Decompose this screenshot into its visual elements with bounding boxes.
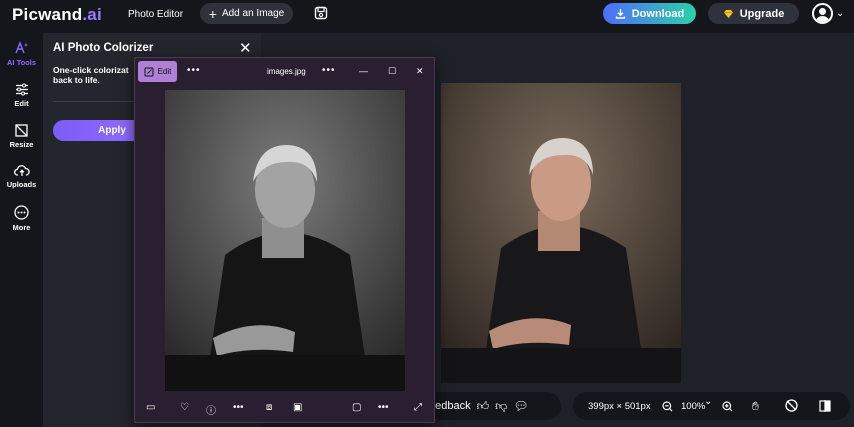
minimize-icon[interactable]: —	[359, 66, 368, 76]
colorized-photo	[441, 83, 681, 383]
plus-icon: +	[208, 5, 217, 22]
viewer-edit-button[interactable]: Edit	[138, 61, 177, 82]
resize-icon	[15, 124, 28, 137]
info-icon[interactable]: ⓘ	[206, 402, 216, 417]
apply-button[interactable]: Apply	[53, 120, 137, 141]
thumbs-down-icon[interactable]: 👎︎	[495, 399, 507, 414]
image-dimensions: 399px × 501px	[588, 400, 651, 412]
filmstrip-icon[interactable]: ▭	[146, 402, 155, 413]
chevron-down-icon[interactable]: ⌄	[836, 8, 844, 19]
top-bar: Picwand.ai Photo Editor + Add an Image D…	[0, 0, 854, 33]
more-options-icon[interactable]: •••	[187, 65, 201, 76]
maximize-icon[interactable]: ☐	[388, 66, 396, 77]
save-image-icon[interactable]	[314, 6, 328, 20]
diamond-icon	[723, 9, 733, 18]
download-icon	[615, 9, 625, 19]
compare-icon[interactable]	[785, 399, 798, 412]
feedback-label[interactable]: eedback	[429, 400, 471, 412]
zoom-out-icon[interactable]	[662, 401, 673, 412]
divider	[53, 101, 143, 102]
zoom-bar: 399px × 501px 100% ⌄ ✋︎	[573, 392, 850, 420]
panel-title: AI Photo Colorizer	[53, 42, 154, 54]
sidebar-item-uploads[interactable]: Uploads	[0, 164, 43, 189]
split-view-icon[interactable]	[819, 400, 831, 412]
viewer-more-icon[interactable]: •••	[378, 402, 389, 413]
edit-pencil-icon	[144, 67, 154, 76]
crop-icon[interactable]: ⧈	[266, 402, 272, 413]
add-image-button[interactable]: + Add an Image	[200, 3, 293, 24]
feedback-bar: eedback 👍︎ 👎︎ 💬︎	[425, 392, 561, 420]
thumbs-up-icon[interactable]: 👍︎	[477, 399, 490, 414]
fit-screen-icon[interactable]: ▢	[352, 402, 361, 413]
sidebar-item-more[interactable]: More	[0, 205, 43, 232]
cloud-upload-icon	[13, 165, 30, 176]
hand-pan-icon[interactable]: ✋︎	[752, 399, 759, 414]
favorite-heart-icon[interactable]: ♡	[180, 402, 189, 413]
sliders-icon	[15, 83, 28, 96]
more-circle-icon	[14, 205, 29, 220]
sidebar-item-edit[interactable]: Edit	[0, 83, 43, 108]
user-avatar[interactable]	[812, 3, 833, 24]
sidebar-item-resize[interactable]: Resize	[0, 124, 43, 149]
sidebar-item-ai-tools[interactable]: AI Tools	[0, 41, 43, 67]
grayscale-photo	[165, 90, 405, 391]
viewer-filename: images.jpg	[267, 67, 306, 76]
viewer-toolbar: ▭ ♡ ⓘ ••• ⧈ ▣ ▢ ••• ⤢	[135, 396, 434, 422]
fullscreen-icon[interactable]: ⤢	[414, 402, 422, 413]
zoom-level[interactable]: 100%	[681, 401, 705, 412]
download-button[interactable]: Download	[603, 3, 696, 24]
viewer-titlebar: Edit ••• images.jpg ••• — ☐ ✕	[135, 58, 434, 85]
window-close-icon[interactable]: ✕	[416, 66, 424, 77]
nav-photo-editor[interactable]: Photo Editor	[128, 9, 183, 20]
zoom-chevron-down-icon[interactable]: ⌄	[704, 396, 712, 407]
scan-icon[interactable]: ▣	[293, 402, 302, 413]
upgrade-button[interactable]: Upgrade	[708, 3, 799, 24]
ai-tools-icon	[14, 41, 28, 54]
file-more-icon[interactable]: •••	[322, 65, 336, 76]
comment-icon[interactable]: 💬︎	[513, 399, 528, 413]
zoom-in-icon[interactable]	[722, 401, 733, 412]
sidebar: AI Tools Edit Resize Uploads More	[0, 33, 43, 427]
close-icon[interactable]: ✕	[239, 39, 252, 57]
more-tools-icon[interactable]: •••	[233, 402, 244, 413]
image-viewer-window: Edit ••• images.jpg ••• — ☐ ✕ ▭ ♡ ⓘ ••• …	[134, 57, 435, 423]
logo[interactable]: Picwand.ai	[12, 5, 102, 25]
